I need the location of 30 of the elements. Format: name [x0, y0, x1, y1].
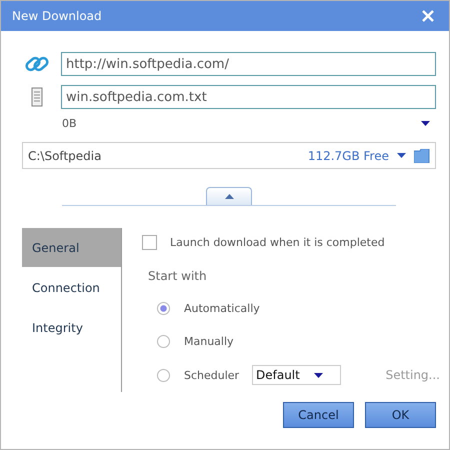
close-icon: [422, 10, 434, 22]
schedule-dropdown[interactable]: Default: [252, 365, 341, 386]
radio-button[interactable]: [157, 368, 170, 382]
checkbox[interactable]: [142, 234, 157, 250]
filename-field[interactable]: win.softpedia.com.txt: [61, 85, 436, 109]
collapse-button[interactable]: [206, 187, 252, 205]
dropdown-arrow-icon: [421, 120, 430, 126]
radio-button[interactable]: [157, 335, 170, 348]
section-label: Start with: [148, 268, 208, 285]
radio-label: Manually: [184, 335, 235, 348]
radio-label: Automatically: [184, 302, 260, 315]
file-size: 0B: [62, 116, 77, 130]
close-button[interactable]: [421, 9, 435, 23]
sidebar-tab[interactable]: General: [22, 228, 121, 267]
dialog-button[interactable]: OK: [365, 402, 436, 428]
dropdown-arrow-icon: [314, 372, 323, 378]
dropdown-arrow-icon: [397, 153, 406, 158]
free-space: 112.7GB Free: [308, 148, 389, 162]
sidebar-tab[interactable]: Integrity: [22, 308, 121, 347]
up-arrow-icon: [224, 194, 234, 199]
radio-button[interactable]: [157, 302, 170, 315]
sidebar-tab[interactable]: Connection: [22, 268, 121, 307]
url-field[interactable]: http://win.softpedia.com/: [61, 52, 436, 76]
save-location-field[interactable]: C:\Softpedia 112.7GB Free: [22, 142, 436, 169]
checkbox-label: Launch download when it is completed: [170, 236, 385, 249]
folder-icon: [414, 148, 430, 162]
window-title: New Download: [12, 9, 102, 23]
radio-label: Scheduler: [184, 368, 240, 382]
path-text: C:\Softpedia: [28, 148, 102, 162]
dialog-button[interactable]: Cancel: [283, 402, 354, 428]
